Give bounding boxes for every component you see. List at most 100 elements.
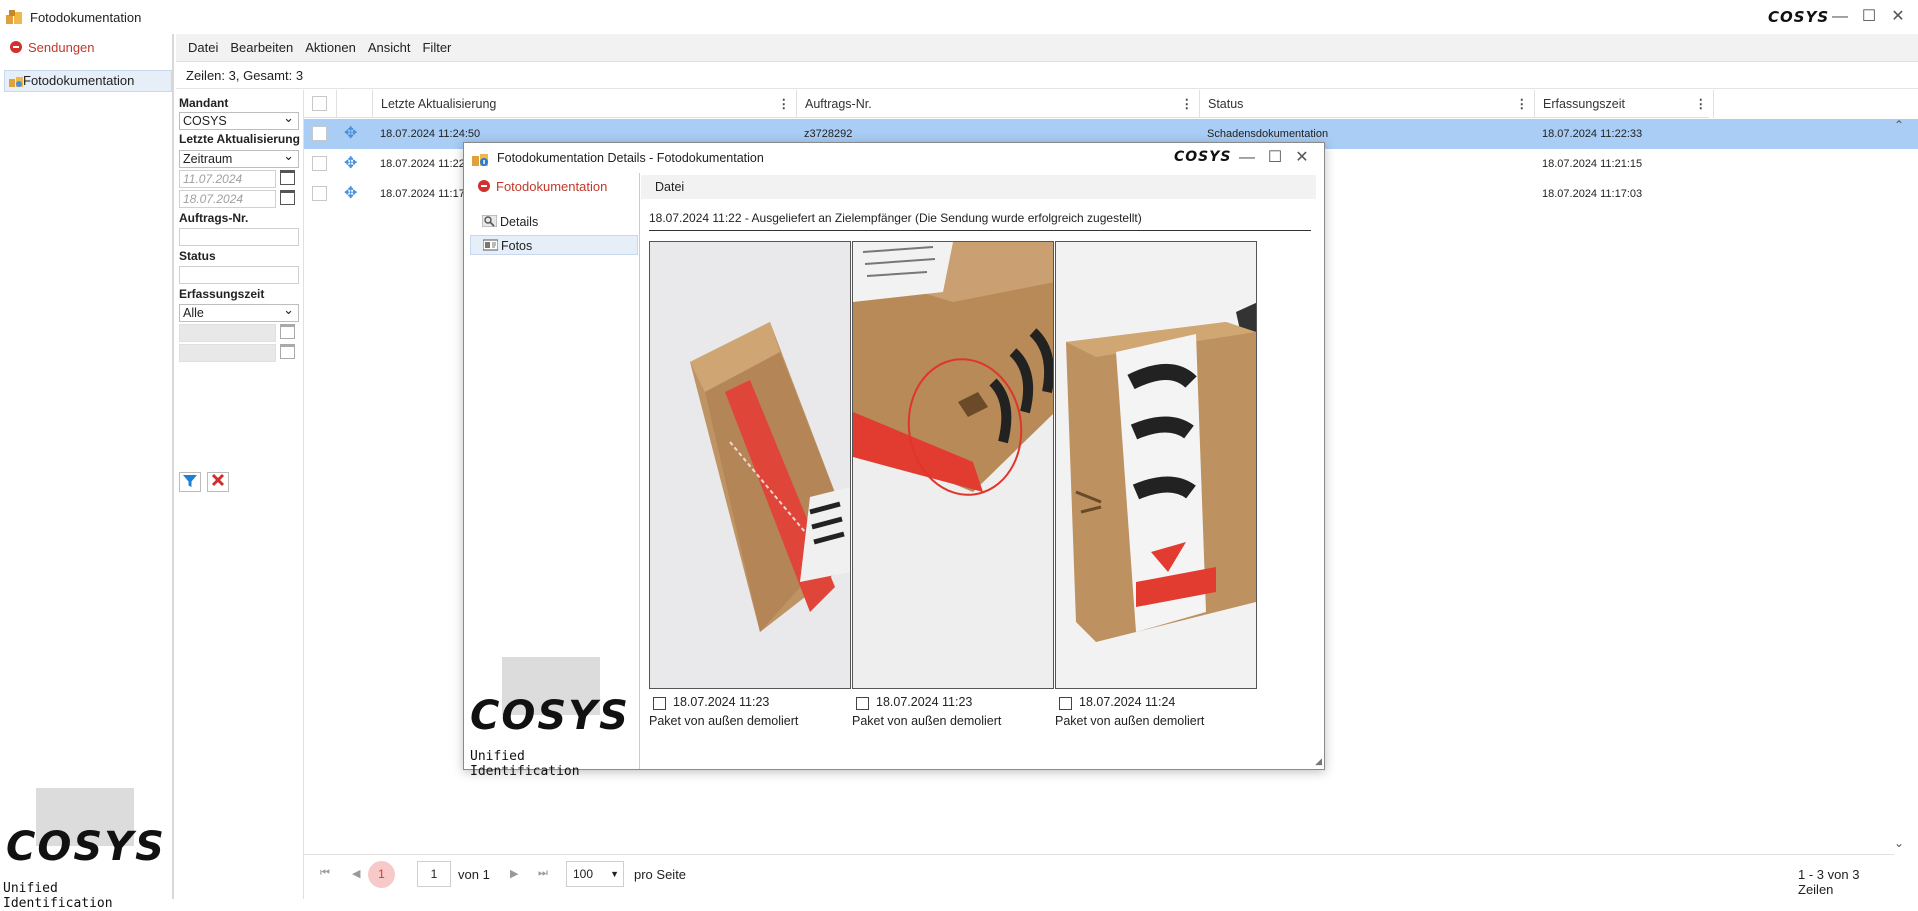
status-input[interactable] — [179, 266, 299, 284]
cell-capture-time: 18.07.2024 11:21:15 — [1542, 158, 1643, 170]
dialog-back-label: Fotodokumentation — [496, 179, 608, 194]
clear-filter-button[interactable] — [207, 472, 229, 492]
last-page-icon[interactable]: ⏭ — [538, 867, 548, 880]
th-capture-time[interactable]: Erfassungszeit ⋮ — [1534, 90, 1714, 118]
resize-grip-icon[interactable]: ◢ — [1315, 756, 1322, 767]
last-update-mode-select[interactable]: Zeitraum — [179, 148, 299, 168]
capture-from-field — [179, 324, 276, 342]
th-label: Letzte Aktualisierung — [381, 97, 497, 111]
calendar-icon[interactable] — [280, 170, 295, 185]
dialog-content: Datei 18.07.2024 11:22 - Ausgeliefert an… — [641, 173, 1324, 769]
app-sidebar: Sendungen Fotodokumentation COSYS Unifie… — [0, 34, 174, 911]
photo-timestamp: 18.07.2024 11:24 — [1079, 695, 1176, 709]
move-icon[interactable]: ✥ — [344, 156, 357, 172]
brand-logo: COSYS — [1768, 8, 1830, 26]
photo-select-checkbox[interactable] — [856, 697, 869, 710]
mandant-select[interactable]: COSYS — [179, 110, 299, 130]
th-last-update[interactable]: Letzte Aktualisierung ⋮ — [372, 90, 796, 118]
table-header: Letzte Aktualisierung ⋮ Auftrags-Nr. ⋮ Sta… — [304, 90, 1714, 118]
date-to-field[interactable]: 18.07.2024 — [179, 190, 276, 208]
kebab-menu-icon[interactable]: ⋮ — [778, 90, 791, 118]
capture-time-select[interactable]: Alle — [179, 302, 299, 322]
menu-datei[interactable]: Datei — [182, 34, 224, 62]
divider — [176, 88, 1918, 89]
capture-time-label: Erfassungszeit — [179, 287, 265, 301]
next-page-icon[interactable]: ▶ — [510, 867, 518, 880]
order-label: Auftrags-Nr. — [179, 211, 249, 225]
details-dialog: Fotodokumentation Details - Fotodokument… — [463, 142, 1325, 779]
nav-back-label: Sendungen — [28, 40, 95, 55]
app-package-icon — [6, 10, 22, 24]
apply-filter-button[interactable] — [179, 472, 201, 492]
kebab-menu-icon[interactable]: ⋮ — [1516, 90, 1529, 118]
th-label: Status — [1208, 97, 1244, 111]
mandant-label: Mandant — [179, 96, 229, 110]
photo-icon — [483, 239, 498, 251]
damage-photo[interactable] — [649, 241, 851, 689]
prev-page-icon[interactable]: ◀ — [352, 867, 360, 880]
select-all-checkbox[interactable] — [312, 96, 327, 111]
row-checkbox[interactable] — [312, 156, 327, 171]
nav-fotos[interactable]: Fotos — [470, 235, 638, 255]
photo-timestamp: 18.07.2024 11:23 — [673, 695, 770, 709]
order-number-input[interactable] — [179, 228, 299, 246]
th-label: Auftrags-Nr. — [805, 97, 872, 111]
menu-bearbeiten[interactable]: Bearbeiten — [224, 34, 299, 62]
filter-panel: Mandant COSYS Letzte Aktualisierung Zeit… — [176, 90, 304, 899]
page-size-select[interactable]: 100 — [566, 861, 624, 887]
first-page-icon[interactable]: ⏮ — [320, 867, 330, 880]
table-scrollbar[interactable]: ⌃ ⌄ — [1894, 118, 1908, 852]
dialog-logo: COSYS Unified Identification — [464, 657, 640, 779]
close-button[interactable]: ✕ — [1884, 6, 1912, 28]
menu-aktionen[interactable]: Aktionen — [299, 34, 362, 62]
photo-select-checkbox[interactable] — [1059, 697, 1072, 710]
scroll-up-icon[interactable]: ⌃ — [1894, 118, 1904, 132]
th-label: Erfassungszeit — [1543, 97, 1625, 111]
back-circle-icon — [478, 180, 490, 192]
dialog-menu-datei[interactable]: Datei — [641, 180, 684, 194]
page-number-input[interactable]: 1 — [417, 861, 451, 887]
maximize-button[interactable]: ☐ — [1855, 6, 1883, 28]
move-icon[interactable]: ✥ — [344, 126, 357, 142]
row-count: Zeilen: 3, Gesamt: 3 — [186, 68, 304, 83]
th-order-number[interactable]: Auftrags-Nr. ⋮ — [796, 90, 1199, 118]
dialog-menubar: Datei — [641, 175, 1316, 199]
delivery-status-line: 18.07.2024 11:22 - Ausgeliefert an Ziele… — [649, 211, 1311, 231]
filter-icon — [183, 475, 197, 487]
logo-wordmark: COSYS — [470, 693, 630, 739]
calendar-icon — [280, 344, 295, 359]
dialog-maximize-button[interactable]: ☐ — [1261, 147, 1289, 169]
menu-ansicht[interactable]: Ansicht — [362, 34, 417, 62]
current-page-badge[interactable]: 1 — [368, 861, 395, 888]
photo-caption: Paket von außen demoliert — [852, 714, 1002, 728]
back-circle-icon — [10, 41, 22, 53]
dialog-minimize-button[interactable]: — — [1233, 147, 1261, 169]
date-from-field[interactable]: 11.07.2024 — [179, 170, 276, 188]
dialog-close-button[interactable]: ✕ — [1288, 147, 1316, 169]
menu-filter[interactable]: Filter — [416, 34, 457, 62]
cell-capture-time: 18.07.2024 11:17:03 — [1542, 188, 1643, 200]
photo-caption: Paket von außen demoliert — [1055, 714, 1205, 728]
sidebar-item-fotodokumentation[interactable]: Fotodokumentation — [4, 70, 172, 92]
nav-details[interactable]: Details — [470, 212, 638, 232]
dialog-sidebar: Fotodokumentation Details Fotos COSYS Un… — [464, 173, 640, 779]
last-update-label: Letzte Aktualisierung — [179, 132, 300, 146]
kebab-menu-icon[interactable]: ⋮ — [1695, 90, 1708, 118]
move-icon[interactable]: ✥ — [344, 186, 357, 202]
dialog-back-link[interactable]: Fotodokumentation — [478, 179, 607, 194]
damage-photo[interactable] — [1055, 241, 1257, 689]
photo-select-checkbox[interactable] — [653, 697, 666, 710]
minimize-button[interactable]: — — [1826, 6, 1854, 28]
cell-capture-time: 18.07.2024 11:22:33 — [1542, 128, 1643, 140]
damage-photo[interactable] — [852, 241, 1054, 689]
row-checkbox[interactable] — [312, 126, 327, 141]
scroll-down-icon[interactable]: ⌄ — [1894, 836, 1904, 850]
nav-details-label: Details — [500, 215, 539, 229]
nav-back-sendungen[interactable]: Sendungen — [10, 40, 95, 55]
pager: ⏮ ◀ 1 1 von 1 ▶ ⏭ 100 pro Seite 1 - 3 vo… — [304, 854, 1894, 897]
kebab-menu-icon[interactable]: ⋮ — [1181, 90, 1194, 118]
magnifier-icon — [482, 215, 497, 227]
row-checkbox[interactable] — [312, 186, 327, 201]
th-status[interactable]: Status ⋮ — [1199, 90, 1534, 118]
calendar-icon[interactable] — [280, 190, 295, 205]
